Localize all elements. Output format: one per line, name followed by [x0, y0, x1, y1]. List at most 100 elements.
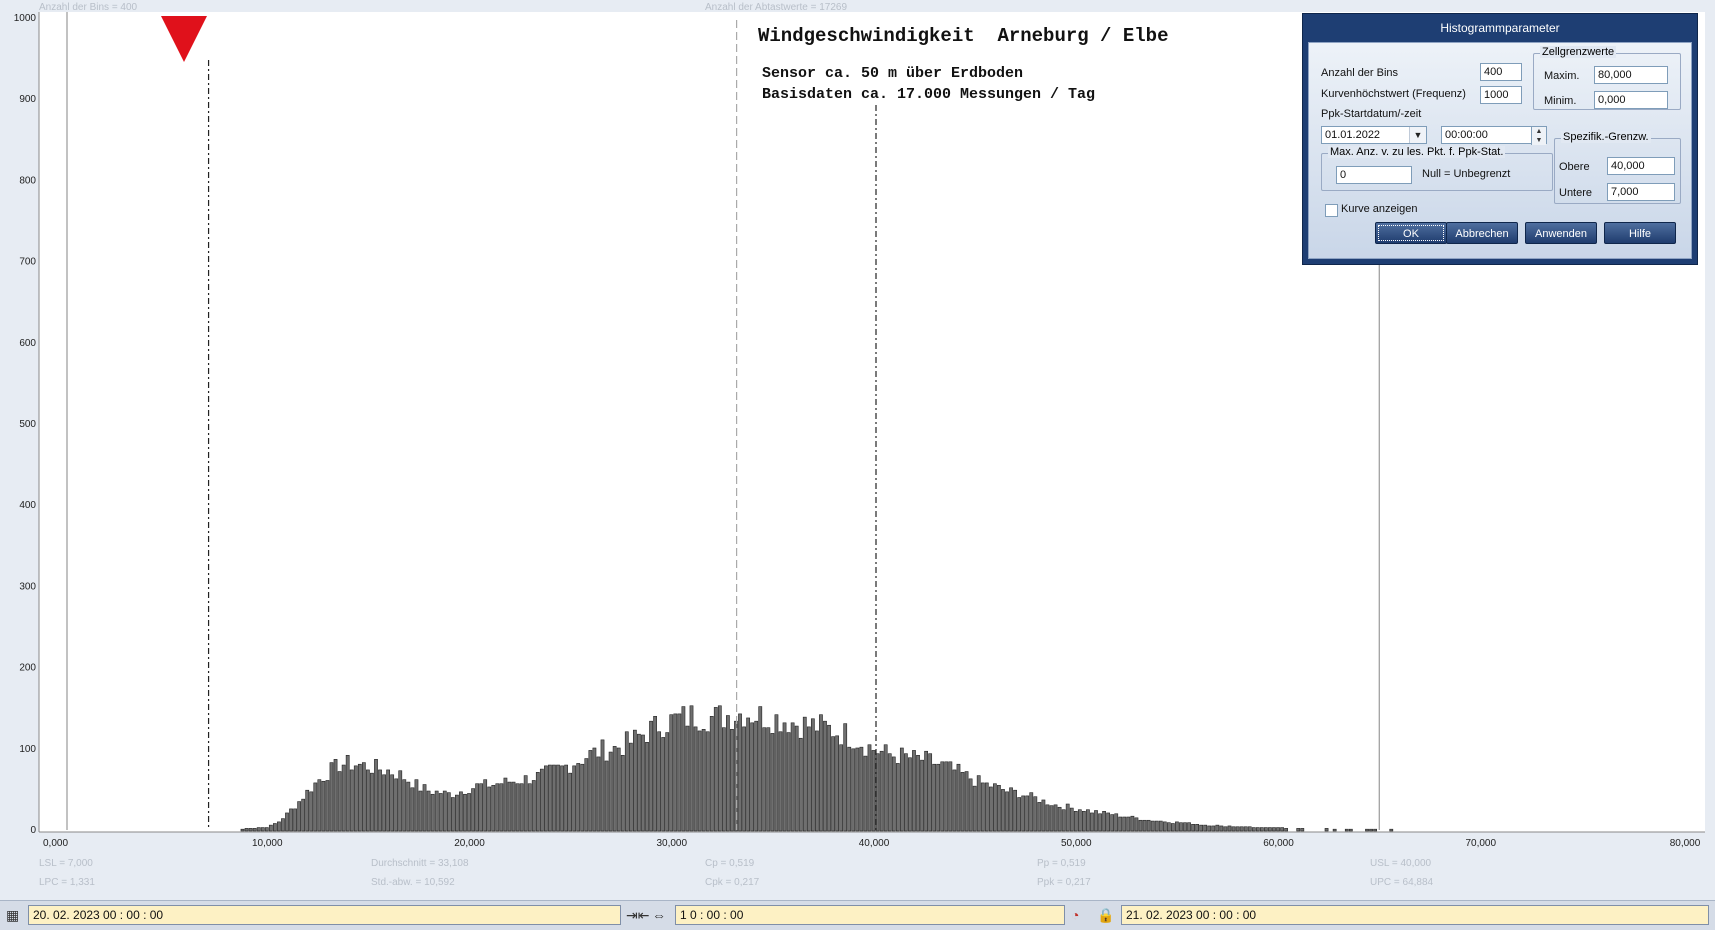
abbrechen-button[interactable]: Abbrechen — [1446, 222, 1518, 244]
histogram-bar — [1077, 809, 1082, 832]
header-left: Anzahl der Bins = 400 — [39, 2, 138, 13]
histogram-bar — [762, 727, 767, 832]
histogram-bar — [523, 775, 528, 832]
histogram-bar — [1219, 825, 1224, 832]
histogram-bar — [446, 792, 451, 832]
histogram-bar — [1057, 806, 1062, 832]
histogram-bar — [665, 732, 670, 832]
kurve-checkbox[interactable] — [1325, 204, 1338, 217]
histogram-bar — [924, 750, 928, 832]
histogram-bar — [620, 754, 625, 832]
histogram-bar — [673, 713, 678, 832]
calendar-icon[interactable]: ▦ — [6, 906, 19, 924]
collapse-arrows-icon[interactable]: ⇥⇤ — [626, 906, 649, 924]
histogram-bar — [459, 791, 463, 832]
histogram-bar — [908, 757, 912, 832]
histogram-bar — [730, 729, 734, 832]
histogram-bar — [1162, 821, 1167, 832]
histogram-bar — [329, 762, 334, 832]
maxim-input[interactable]: 80,000 — [1594, 66, 1668, 84]
histogram-bar — [1223, 826, 1228, 832]
histogram-bar — [297, 801, 302, 832]
histogram-bar — [1389, 828, 1394, 832]
hilfe-button[interactable]: Hilfe — [1604, 222, 1676, 244]
lock-icon[interactable]: 🔒 — [1097, 906, 1114, 924]
histogram-bar — [871, 750, 876, 832]
histogram-bar — [1247, 826, 1252, 832]
minim-input[interactable]: 0,000 — [1594, 91, 1668, 109]
histogram-bar — [531, 780, 536, 832]
x-tick-label: 50,000 — [1061, 838, 1092, 849]
histogram-bar — [503, 777, 508, 832]
histogram-bar — [637, 733, 641, 832]
histogram-bar — [968, 778, 973, 832]
histogram-bar — [600, 739, 605, 832]
histogram-bar — [398, 770, 403, 832]
histogram-bar — [608, 751, 613, 832]
start-datetime-input[interactable]: 20. 02. 2023 00 : 00 : 00 — [28, 905, 621, 925]
anwenden-button[interactable]: Anwenden — [1525, 222, 1597, 244]
histogram-bar — [839, 744, 844, 832]
histogram-bar — [483, 779, 488, 832]
histogram-bar — [467, 793, 471, 832]
histogram-bar — [471, 788, 475, 832]
y-tick-label: 200 — [19, 663, 36, 674]
histogram-bar — [657, 731, 662, 832]
histogram-bar — [406, 781, 411, 832]
histogram-bar — [713, 707, 718, 832]
histogram-bar — [281, 818, 285, 832]
expand-arrows-icon[interactable]: ⇔ — [652, 906, 666, 924]
maxim-label: Maxim. — [1544, 70, 1580, 82]
x-tick-label: 70,000 — [1465, 838, 1496, 849]
chevron-down-icon[interactable]: ▼ — [1409, 127, 1426, 143]
interval-value: 1 0 : 00 : 00 — [680, 908, 744, 922]
untere-input[interactable]: 7,000 — [1607, 183, 1675, 201]
ppk-date-select[interactable]: 01.01.2022 ▼ — [1321, 126, 1427, 144]
obere-input[interactable]: 40,000 — [1607, 157, 1675, 175]
histogram-bar — [548, 764, 552, 832]
histogram-bar — [778, 731, 783, 832]
histogram-bar — [802, 716, 807, 832]
ok-button[interactable]: OK — [1375, 222, 1447, 244]
histogram-bar — [1332, 828, 1337, 832]
stat-label: Ppk = 0,217 — [1037, 877, 1091, 888]
histogram-bar — [1005, 791, 1009, 832]
histogram-bar — [1081, 811, 1086, 832]
histogram-bar — [645, 742, 649, 832]
histogram-bar — [1094, 810, 1098, 832]
time-spinner-icon[interactable]: ▲ ▼ — [1531, 127, 1546, 145]
ppk-time-value: 00:00:00 — [1445, 129, 1488, 141]
histogram-bar — [1110, 814, 1115, 832]
histogram-bar — [592, 747, 597, 832]
histogram-bar — [564, 764, 568, 832]
interval-select[interactable]: 1 0 : 00 : 00 — [675, 905, 1065, 925]
histogram-bar — [491, 785, 496, 832]
histogram-bar — [1276, 827, 1280, 832]
histogram-bar — [285, 812, 289, 832]
max-anz-input[interactable]: 0 — [1336, 166, 1412, 184]
zellgrenzwerte-caption: Zellgrenzwerte — [1540, 46, 1617, 58]
histogram-bar — [361, 762, 366, 832]
histogram-bar — [580, 763, 585, 832]
ppk-time-input[interactable]: 00:00:00 ▲ ▼ — [1441, 126, 1547, 145]
curve-max-input[interactable]: 1000 — [1480, 86, 1522, 104]
histogram-bar — [1106, 812, 1111, 832]
histogram-bar — [819, 714, 823, 832]
histogram-bar — [794, 725, 799, 832]
histogram-bar — [394, 778, 399, 832]
histogram-bar — [883, 744, 888, 832]
y-tick-label: 1000 — [14, 13, 37, 24]
histogram-bar — [681, 706, 686, 832]
histogram-bar — [584, 758, 589, 832]
histogram-bar — [1049, 805, 1054, 832]
histogram-bar — [1154, 820, 1159, 832]
bins-input[interactable]: 400 — [1480, 63, 1522, 81]
y-tick-label: 800 — [19, 175, 36, 186]
end-datetime-input[interactable]: 21. 02. 2023 00 : 00 : 00 — [1121, 905, 1709, 925]
clock-icon[interactable]: ◔ — [1071, 906, 1079, 924]
histogram-bar — [726, 715, 730, 832]
histogram-bar — [272, 823, 277, 832]
histogram-bar — [721, 727, 726, 832]
histogram-bar — [1158, 820, 1163, 832]
histogram-bar — [349, 769, 354, 832]
